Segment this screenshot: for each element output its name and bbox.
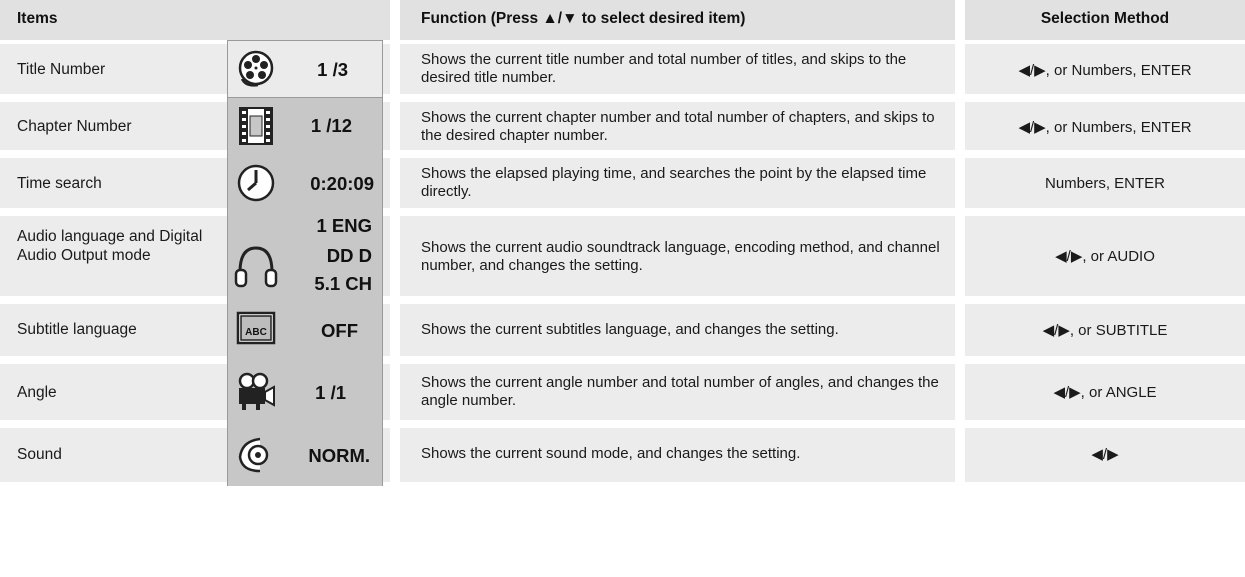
header-method: Selection Method	[965, 0, 1245, 40]
item-label: Audio language and Digital Audio Output …	[17, 228, 203, 264]
method-text: ◀/▶, or ANGLE	[1053, 384, 1157, 401]
function-text: Shows the current sound mode, and change…	[421, 445, 801, 462]
header-function: Function (Press ▲/▼ to select desired it…	[400, 0, 955, 40]
osd-subtitle-language: ABC OFF	[227, 300, 383, 360]
clock-icon	[237, 164, 275, 202]
method-text: ◀/▶	[1091, 446, 1119, 463]
icon-abc-text: ABC	[245, 327, 267, 338]
header-method-label: Selection Method	[1040, 10, 1170, 27]
table-row-subtitle-language: Subtitle language ABC OFF Shows the curr…	[0, 300, 1245, 360]
osd-title-number: 1 /3	[227, 40, 383, 98]
osd-audio-language: 1 ENG DD D 5.1 CH	[227, 212, 383, 300]
subtitle-abc-icon: ABC	[236, 311, 276, 345]
table-row-angle: Angle 1 /1 Shows the current angle numbe…	[0, 360, 1245, 424]
table-row-audio-language: Audio language and Digital Audio Output …	[0, 212, 1245, 300]
method-text: ◀/▶, or Numbers, ENTER	[1018, 119, 1192, 136]
method-text: ◀/▶, or AUDIO	[1055, 248, 1155, 265]
osd-value: 1 /1	[315, 382, 346, 403]
item-label: Chapter Number	[17, 118, 132, 135]
osd-value: NORM.	[308, 445, 370, 466]
headphones-icon	[234, 246, 278, 288]
osd-sound: NORM.	[227, 424, 383, 486]
osd-line-encoding: DD D	[326, 245, 372, 266]
camera-icon	[238, 372, 275, 410]
osd-value: 1 /3	[317, 59, 348, 80]
header-items: Items	[0, 0, 390, 40]
function-text: Shows the current audio soundtrack langu…	[421, 239, 940, 274]
function-text: Shows the elapsed playing time, and sear…	[421, 165, 927, 200]
function-text: Shows the current title number and total…	[421, 51, 907, 86]
item-label: Sound	[17, 446, 62, 463]
osd-time-search: 0:20:09	[227, 154, 383, 212]
method-text: ◀/▶, or SUBTITLE	[1042, 322, 1168, 339]
item-label: Angle	[17, 384, 57, 401]
film-strip-icon	[239, 107, 273, 145]
item-label: Title Number	[17, 61, 106, 78]
speaker-icon	[238, 437, 269, 473]
function-text: Shows the current chapter number and tot…	[421, 109, 935, 144]
film-reel-icon	[238, 50, 274, 87]
header-items-label: Items	[17, 10, 58, 27]
osd-line-language: 1 ENG	[316, 215, 372, 236]
function-text: Shows the current angle number and total…	[421, 374, 939, 409]
osd-value: 0:20:09	[310, 173, 374, 194]
method-text: Numbers, ENTER	[1044, 175, 1166, 192]
table-row-time-search: Time search 0:20:09 Shows the elapsed pl…	[0, 154, 1245, 212]
osd-line-channel: 5.1 CH	[314, 273, 372, 294]
item-label: Subtitle language	[17, 321, 137, 338]
osd-chapter-number: 1 /12	[227, 98, 383, 154]
osd-value: OFF	[321, 320, 358, 341]
table-row-sound: Sound NORM. Shows the current sound mode…	[0, 424, 1245, 486]
function-text: Shows the current subtitles language, an…	[421, 321, 839, 338]
table-row-title-number: Title Number 1 /3 Shows the current titl…	[0, 40, 1245, 98]
method-text: ◀/▶, or Numbers, ENTER	[1018, 62, 1192, 79]
header-function-label: Function (Press ▲/▼ to select desired it…	[421, 10, 746, 27]
item-label: Time search	[17, 175, 102, 192]
osd-angle: 1 /1	[227, 360, 383, 424]
table-row-chapter-number: Chapter Number 1 /12 Shows the current c…	[0, 98, 1245, 154]
osd-value: 1 /12	[310, 115, 352, 136]
